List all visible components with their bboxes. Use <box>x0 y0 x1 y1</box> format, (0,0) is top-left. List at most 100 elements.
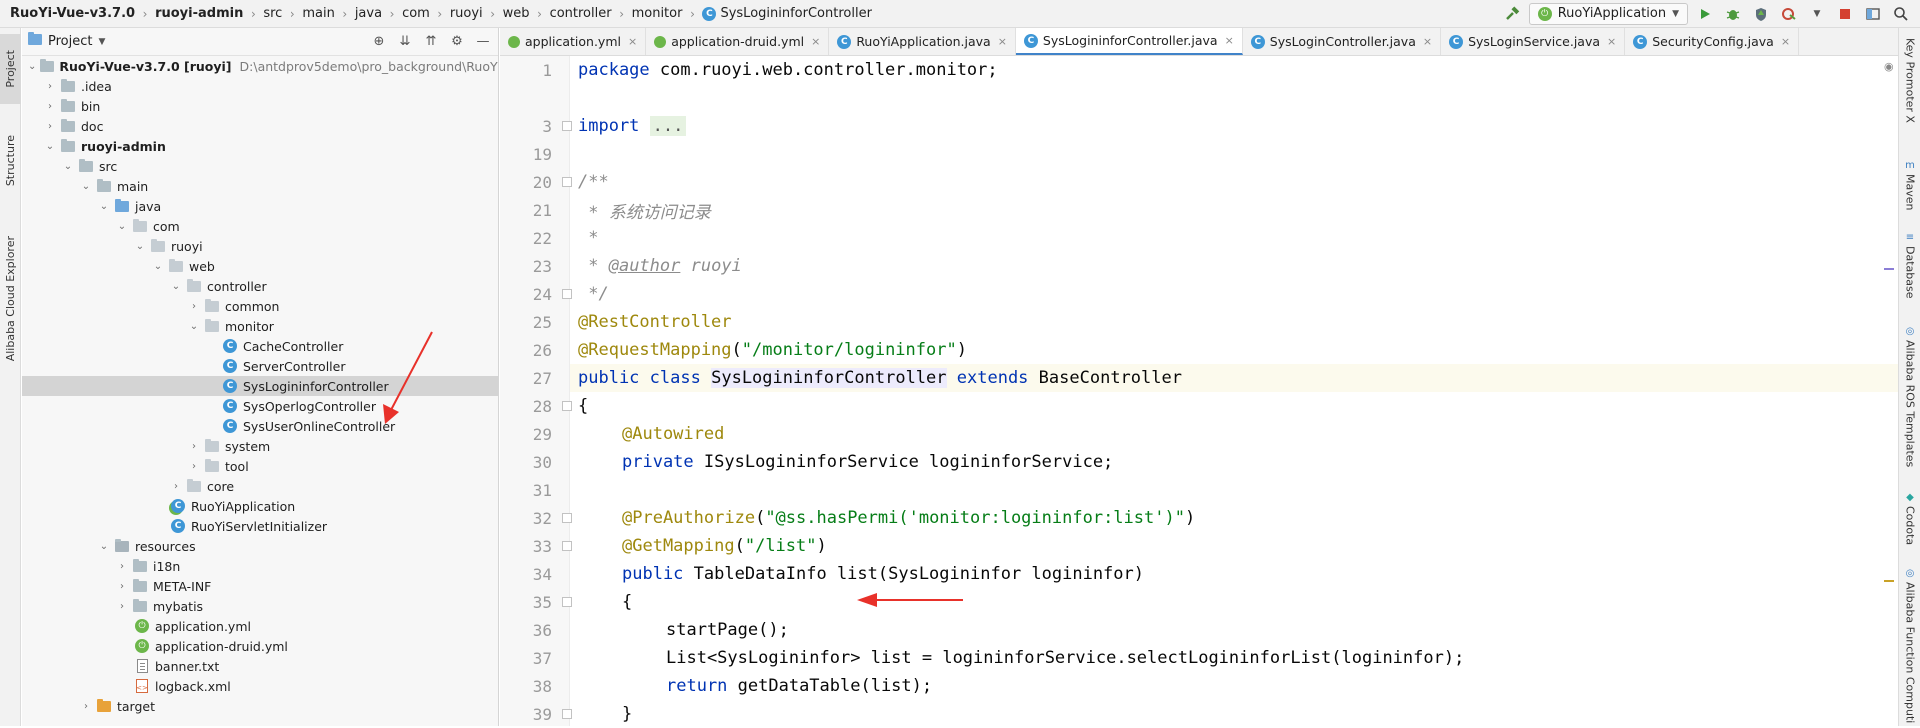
tree-item-logback-xml[interactable]: <> logback.xml <box>22 676 498 696</box>
gear-icon[interactable]: ⚙ <box>448 33 466 51</box>
tree-item-src[interactable]: ⌄ src <box>22 156 498 176</box>
tree-item-resources[interactable]: ⌄ resources <box>22 536 498 556</box>
tab-alibaba-ros-templates[interactable]: ◎ Alibaba ROS Templates <box>1899 326 1920 467</box>
tree-item-com[interactable]: ⌄ com <box>22 216 498 236</box>
tree-item-ruoyi-application[interactable]: C RuoYiApplication <box>22 496 498 516</box>
tree-item-cache-controller[interactable]: C CacheController <box>22 336 498 356</box>
tab-codota[interactable]: ◆ Codota <box>1899 492 1920 545</box>
breadcrumb-com[interactable]: com <box>402 6 430 21</box>
tree-item-mybatis[interactable]: › mybatis <box>22 596 498 616</box>
tree-item-main[interactable]: ⌄ main <box>22 176 498 196</box>
run-icon[interactable] <box>1694 4 1716 24</box>
tab-syslogininfor-controller-java[interactable]: C SysLogininforController.java × <box>1015 28 1243 55</box>
close-icon[interactable]: × <box>1225 34 1234 47</box>
search-icon[interactable] <box>1890 4 1912 24</box>
code-token: ISysLogininforService logininforService; <box>693 452 1114 472</box>
chevron-down-icon: ⌄ <box>81 180 91 192</box>
tab-structure[interactable]: Structure <box>0 116 21 206</box>
tree-item-server-controller[interactable]: C ServerController <box>22 356 498 376</box>
expand-all-icon[interactable]: ⇊ <box>396 33 414 51</box>
stop-icon[interactable] <box>1834 4 1856 24</box>
close-icon[interactable]: × <box>811 35 820 48</box>
line-number: 20 <box>532 172 552 192</box>
breadcrumb-main[interactable]: main <box>302 6 334 21</box>
debug-icon[interactable] <box>1722 4 1744 24</box>
close-icon[interactable]: × <box>628 35 637 48</box>
chevron-right-icon: › <box>389 6 395 21</box>
breadcrumb-class[interactable]: SysLogininforController <box>720 6 871 21</box>
tree-item-ruoyi[interactable]: ⌄ ruoyi <box>22 236 498 256</box>
breadcrumb-ruoyi[interactable]: ruoyi <box>450 6 483 21</box>
line-number: 39 <box>532 704 552 724</box>
tree-item-web[interactable]: ⌄ web <box>22 256 498 276</box>
close-icon[interactable]: × <box>1781 35 1790 48</box>
tree-item-ruoyi-servlet-initializer[interactable]: C RuoYiServletInitializer <box>22 516 498 536</box>
scrollbar-marker[interactable] <box>1884 580 1894 582</box>
code-line-23: * @author ruoyi <box>570 252 1898 280</box>
run-configuration-select[interactable]: ⏻ RuoYiApplication ▼ <box>1528 2 1688 25</box>
breadcrumb-module[interactable]: ruoyi-admin <box>155 6 243 21</box>
code-area[interactable]: package com.ruoyi.web.controller.monitor… <box>570 56 1898 726</box>
tree-item-label: RuoYiServletInitializer <box>191 518 328 534</box>
tree-item-syslogininfor-controller[interactable]: C SysLogininforController <box>22 376 498 396</box>
tree-item-sysuseronline-controller[interactable]: C SysUserOnlineController <box>22 416 498 436</box>
profile-icon[interactable] <box>1778 4 1800 24</box>
tab-alibaba-cloud-explorer[interactable]: Alibaba Cloud Explorer <box>0 224 21 374</box>
minimize-icon[interactable]: — <box>474 33 492 51</box>
breadcrumb-controller[interactable]: controller <box>550 6 612 21</box>
tab-syslogin-controller-java[interactable]: C SysLoginController.java × <box>1243 28 1442 55</box>
code-token: "/list" <box>744 536 817 556</box>
tab-key-promoter-x[interactable]: Key Promoter X <box>1899 38 1920 123</box>
project-view-select[interactable]: Project ▼ <box>28 32 105 49</box>
tree-item-label: java <box>135 198 162 214</box>
tree-item-banner-txt[interactable]: banner.txt <box>22 656 498 676</box>
tree-item-tool[interactable]: › tool <box>22 456 498 476</box>
eye-icon[interactable]: ◉ <box>1884 60 1894 73</box>
tree-item-common[interactable]: › common <box>22 296 498 316</box>
breadcrumb-project[interactable]: RuoYi-Vue-v3.7.0 <box>10 6 135 21</box>
source-folder-icon <box>114 198 130 213</box>
tab-security-config-java[interactable]: C SecurityConfig.java × <box>1625 28 1800 55</box>
tree-item-core[interactable]: › core <box>22 476 498 496</box>
breadcrumb-src[interactable]: src <box>263 6 282 21</box>
tree-item-application-druid-yml[interactable]: ⏻ application-druid.yml <box>22 636 498 656</box>
locate-file-icon[interactable]: ⊕ <box>370 33 388 51</box>
tab-application-druid-yml[interactable]: application-druid.yml × <box>646 28 830 55</box>
close-icon[interactable]: × <box>1607 35 1616 48</box>
project-structure-icon[interactable] <box>1862 4 1884 24</box>
coverage-icon[interactable] <box>1750 4 1772 24</box>
breadcrumb-web[interactable]: web <box>503 6 530 21</box>
tree-item-ruoyi-admin[interactable]: ⌄ ruoyi-admin <box>22 136 498 156</box>
breadcrumb-java[interactable]: java <box>355 6 382 21</box>
close-icon[interactable]: × <box>1423 35 1432 48</box>
more-run-options-chevron-icon[interactable]: ▼ <box>1806 4 1828 24</box>
tree-item-project-root[interactable]: ⌄ RuoYi-Vue-v3.7.0 [ruoyi] D:\antdprov5d… <box>22 56 498 76</box>
scrollbar-marker[interactable] <box>1884 268 1894 270</box>
collapse-all-icon[interactable]: ⇈ <box>422 33 440 51</box>
tree-item-java[interactable]: ⌄ java <box>22 196 498 216</box>
tree-item-doc[interactable]: › doc <box>22 116 498 136</box>
tab-syslogin-service-java[interactable]: C SysLoginService.java × <box>1441 28 1626 55</box>
line-number-gutter[interactable]: 1 3 19 20 21 22 23 24 25 26 27 28 29 30 … <box>500 56 572 726</box>
tab-maven[interactable]: m Maven <box>1899 160 1920 210</box>
tab-database[interactable]: ≡ Database <box>1899 232 1920 299</box>
tree-item-idea[interactable]: › .idea <box>22 76 498 96</box>
tree-item-meta-inf[interactable]: › META-INF <box>22 576 498 596</box>
package-icon <box>132 218 148 233</box>
hammer-build-icon[interactable] <box>1501 4 1523 24</box>
tab-application-yml[interactable]: application.yml × <box>500 28 647 55</box>
tree-item-controller[interactable]: ⌄ controller <box>22 276 498 296</box>
tab-ruoyi-application-java[interactable]: C RuoYiApplication.java × <box>829 28 1016 55</box>
tree-item-system[interactable]: › system <box>22 436 498 456</box>
tree-item-target[interactable]: › target <box>22 696 498 716</box>
tab-alibaba-function-compute[interactable]: ◎ Alibaba Function Computi <box>1899 568 1920 723</box>
breadcrumb-monitor[interactable]: monitor <box>632 6 683 21</box>
tree-item-bin[interactable]: › bin <box>22 96 498 116</box>
tree-item-monitor[interactable]: ⌄ monitor <box>22 316 498 336</box>
close-icon[interactable]: × <box>998 35 1007 48</box>
tree-item-i18n[interactable]: › i18n <box>22 556 498 576</box>
tab-project[interactable]: Project <box>0 34 21 104</box>
tree-item-sysoperlog-controller[interactable]: C SysOperlogController <box>22 396 498 416</box>
tree-item-application-yml[interactable]: ⏻ application.yml <box>22 616 498 636</box>
folded-imports[interactable]: ... <box>649 116 687 136</box>
